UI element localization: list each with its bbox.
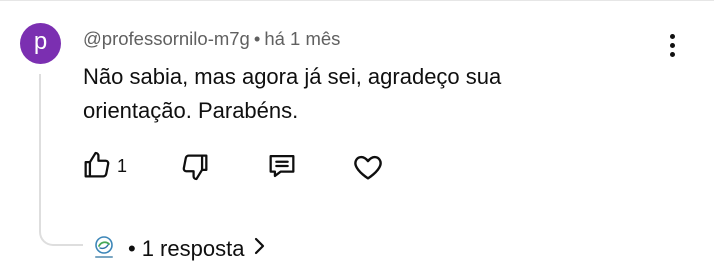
top-divider: [0, 0, 714, 1]
reply-button[interactable]: [265, 149, 299, 183]
thumbs-down-icon: [182, 154, 208, 181]
replies-separator: •: [128, 236, 136, 261]
replies-count-label: 1 resposta: [141, 236, 245, 261]
vertical-dots-icon: [670, 34, 675, 39]
chevron-right-icon: [252, 236, 266, 262]
meta-separator: •: [253, 28, 261, 49]
thumbs-up-icon: [84, 151, 110, 178]
dislike-button[interactable]: [178, 150, 212, 184]
heart-icon: [354, 155, 382, 180]
comment-time[interactable]: há 1 mês: [264, 28, 340, 49]
avatar-letter: p: [33, 28, 48, 55]
more-actions-button[interactable]: [660, 28, 686, 64]
vertical-dots-icon: [670, 52, 675, 57]
author-handle[interactable]: @professornilo-m7g: [83, 28, 250, 49]
comment-text: Não sabia, mas agora já sei, agradeço su…: [83, 64, 502, 123]
like-count: 1: [117, 156, 128, 176]
comment-icon: [269, 154, 295, 178]
like-button[interactable]: [80, 148, 114, 182]
heart-button[interactable]: [351, 150, 385, 184]
reply-author-avatar: [90, 234, 118, 262]
view-replies-button[interactable]: • 1 resposta: [128, 234, 266, 264]
vertical-dots-icon: [670, 43, 675, 48]
channel-logo-icon: [95, 236, 113, 258]
comment-meta: @professornilo-m7g • há 1 mês: [83, 28, 340, 50]
thread-connector-line: [39, 74, 83, 246]
author-avatar[interactable]: p: [20, 23, 61, 64]
